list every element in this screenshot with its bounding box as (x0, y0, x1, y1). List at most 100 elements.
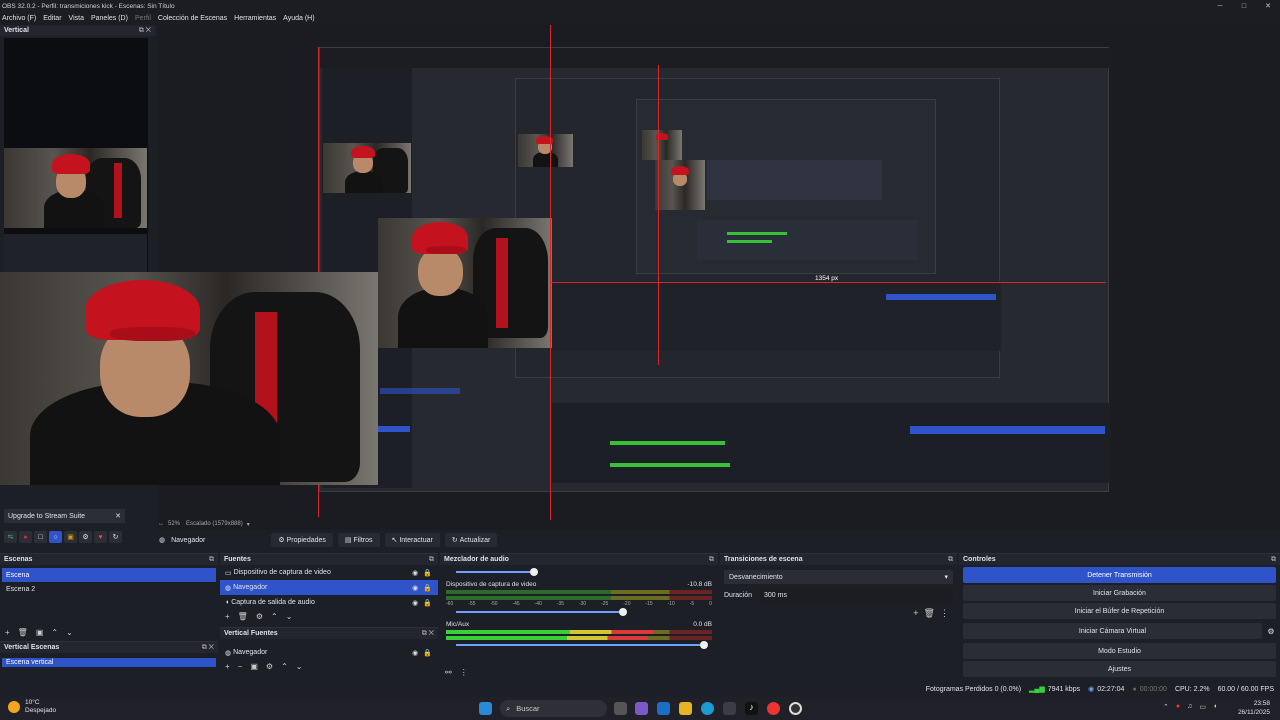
close-icon[interactable]: ✕ (1256, 0, 1280, 12)
interact-button[interactable]: ↖ Interactuar (384, 533, 440, 547)
down-icon[interactable]: ⌄ (296, 662, 303, 671)
filters-button[interactable]: ▤ Filtros (337, 533, 380, 547)
volume-slider[interactable] (456, 608, 627, 616)
chrome-icon[interactable] (767, 702, 780, 715)
mic-icon[interactable]: ♫ (1187, 703, 1192, 711)
minus-icon[interactable]: − (238, 662, 243, 671)
menu-file[interactable]: Archivo (F) (2, 15, 36, 22)
folder-icon[interactable] (679, 702, 692, 715)
chevron-down-icon[interactable]: ▾ (247, 521, 250, 528)
volume-icon[interactable]: ◖ (1213, 703, 1217, 711)
filter-icon[interactable]: ▣ (36, 628, 44, 637)
filter-icon[interactable]: ▣ (250, 662, 258, 671)
gear-icon[interactable]: ⚙ (1262, 627, 1280, 636)
settings-button[interactable]: Ajustes (963, 661, 1276, 677)
menu-edit[interactable]: Editar (43, 15, 61, 22)
chevron-up-icon[interactable]: ⌃ (1163, 703, 1169, 711)
lock-icon[interactable]: 🔒 (423, 584, 432, 592)
display-icon[interactable]: ▭ (1199, 703, 1206, 711)
menu-help[interactable]: Ayuda (H) (283, 15, 314, 22)
taskbar-search[interactable]: ⌕ Buscar (500, 700, 607, 717)
lock-icon[interactable]: 🔒 (423, 599, 432, 607)
up-icon[interactable]: ⌃ (281, 662, 288, 671)
start-recording-button[interactable]: Iniciar Grabación (963, 585, 1276, 601)
obs-icon[interactable] (789, 702, 802, 715)
eye-icon[interactable]: ◉ (412, 599, 418, 607)
maximize-icon[interactable]: □ (1232, 0, 1256, 12)
add-icon[interactable]: + (913, 608, 918, 618)
add-icon[interactable]: + (5, 628, 10, 637)
close-icon[interactable]: ✕ (115, 512, 121, 520)
stop-stream-button[interactable]: Detener Transmisión (963, 567, 1276, 583)
dock-float-icon[interactable]: ⧉ (1271, 556, 1276, 564)
tray-app-icon[interactable]: ● (1176, 703, 1180, 711)
dock-float-icon[interactable]: ⧉ (429, 556, 434, 564)
vertical-source-item[interactable]: ◍ Navegador ◉ 🔒 (220, 645, 438, 660)
down-icon[interactable]: ⌄ (66, 628, 73, 637)
more-icon[interactable]: ⋮ (940, 608, 949, 618)
add-icon[interactable]: + (225, 612, 230, 621)
vertical-scene-item[interactable]: Escena vertical (2, 658, 216, 667)
add-icon[interactable]: + (225, 662, 230, 671)
more-icon[interactable]: ⋮ (460, 668, 468, 677)
edge-icon[interactable] (701, 702, 714, 715)
refresh-icon[interactable]: ↻ (109, 531, 122, 543)
tiktok-icon[interactable]: ♪ (745, 702, 758, 715)
transition-select[interactable]: Desvanecimiento ▾ (724, 570, 953, 584)
refresh-button[interactable]: ↻ Actualizar (444, 533, 498, 547)
gear-icon[interactable]: ⚙ (79, 531, 92, 543)
outlook-icon[interactable] (657, 702, 670, 715)
volume-slider[interactable] (456, 568, 538, 576)
gear-icon[interactable]: ⚙ (266, 662, 273, 671)
eye-icon[interactable]: ◉ (412, 649, 418, 657)
store-icon[interactable] (723, 702, 736, 715)
heart-icon[interactable]: ♥ (94, 531, 107, 543)
eye-icon[interactable]: ◉ (412, 584, 418, 592)
lock-icon[interactable]: 🔒 (423, 649, 432, 657)
scale-label[interactable]: Escalado (1579x888) (186, 521, 243, 527)
properties-button[interactable]: ⚙ Propiedades (271, 533, 333, 547)
gear-icon[interactable]: ⚙ (256, 612, 263, 621)
folder-icon[interactable]: ▣ (64, 531, 77, 543)
trash-icon[interactable]: 🗑 (238, 612, 248, 621)
trash-icon[interactable]: 🗑 (18, 628, 28, 637)
duration-input[interactable]: 300 ms (760, 588, 953, 602)
source-item[interactable]: ◍ Navegador ◉ 🔒 (220, 580, 438, 595)
square-icon[interactable]: □ (34, 531, 47, 543)
menu-view[interactable]: Vista (69, 15, 84, 22)
down-icon[interactable]: ⌄ (286, 612, 293, 621)
source-item[interactable]: ◖ Captura de salida de audio ◉ 🔒 (220, 595, 438, 610)
upgrade-banner[interactable]: Upgrade to Stream Suite ✕ (4, 509, 125, 523)
dock-float-close-icon[interactable]: ⧉ ✕ (139, 27, 151, 35)
studio-mode-button[interactable]: Modo Estudio (963, 643, 1276, 659)
dock-float-icon[interactable]: ⧉ (209, 556, 214, 564)
up-icon[interactable]: ⌃ (51, 628, 58, 637)
start-replay-buffer-button[interactable]: Iniciar el Búfer de Repetición (963, 603, 1276, 619)
dock-float-icon[interactable]: ⧉ (948, 556, 953, 564)
scene-item[interactable]: Escena (2, 568, 216, 582)
scene-item[interactable]: Escena 2 (2, 582, 216, 596)
menu-scene-collection[interactable]: Colección de Escenas (158, 15, 227, 22)
circle-icon[interactable]: ○ (49, 531, 62, 543)
record-icon[interactable]: ● (19, 531, 32, 543)
menu-profile[interactable]: Perfil (135, 15, 151, 22)
source-item[interactable]: ▭ Dispositivo de captura de video ◉ 🔒 (220, 565, 438, 580)
weather-widget[interactable]: 10°C Despejado (8, 699, 56, 715)
clock[interactable]: 23:58 26/11/2025 (1238, 699, 1270, 717)
dock-float-close-icon[interactable]: ⧉ ✕ (202, 644, 214, 652)
eye-icon[interactable]: ◉ (412, 569, 418, 577)
start-virtual-camera-button[interactable]: Iniciar Cámara Virtual (963, 623, 1262, 639)
zoom-level[interactable]: 52% (168, 521, 180, 527)
task-view-icon[interactable] (614, 702, 627, 715)
minimize-icon[interactable]: ─ (1208, 0, 1232, 12)
volume-slider[interactable] (456, 641, 708, 649)
link-icon[interactable]: ⇆ (4, 531, 17, 543)
trash-icon[interactable]: 🗑 (924, 608, 935, 618)
menu-docks[interactable]: Paneles (D) (91, 15, 128, 22)
link-icon[interactable]: ⚯ (445, 668, 452, 677)
menu-tools[interactable]: Herramientas (234, 15, 276, 22)
windows-start-icon[interactable] (479, 702, 492, 715)
up-icon[interactable]: ⌃ (271, 612, 278, 621)
lock-icon[interactable]: 🔒 (423, 569, 432, 577)
dock-float-close-icon[interactable]: ⧉ ✕ (422, 630, 434, 638)
